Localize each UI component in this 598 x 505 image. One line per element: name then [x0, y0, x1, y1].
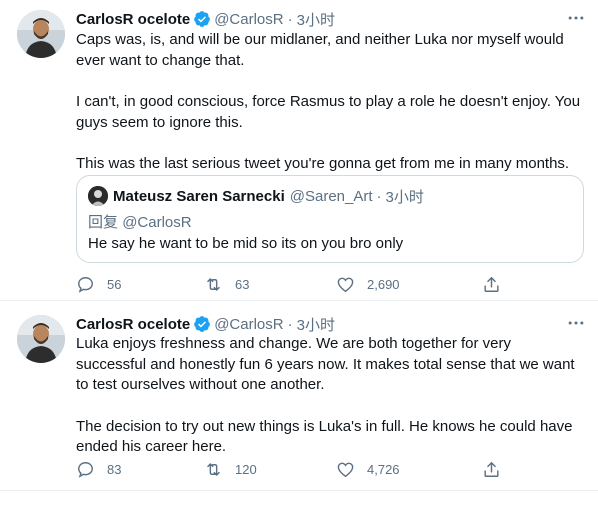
retweet-icon	[207, 277, 220, 291]
reply-button[interactable]: 83	[76, 459, 121, 479]
tweet-header: CarlosR ocelote @CarlosR · 3小时	[76, 314, 335, 334]
tweet[interactable]: CarlosR ocelote @CarlosR · 3小时 Luka enjo…	[0, 301, 598, 490]
action-bar: 83 120 4,726	[76, 459, 516, 479]
reply-icon	[78, 461, 93, 478]
separator-dot: ·	[376, 187, 382, 205]
author-handle[interactable]: @CarlosR	[214, 11, 283, 28]
like-button[interactable]: 2,690	[336, 274, 400, 294]
reply-prefix: 回复	[88, 214, 119, 231]
tweet-divider	[0, 490, 598, 491]
more-options-icon[interactable]	[566, 313, 586, 333]
retweet-count: 120	[235, 461, 257, 477]
heart-icon	[337, 462, 354, 477]
retweet-button[interactable]: 120	[204, 459, 257, 479]
tweet-header: CarlosR ocelote @CarlosR · 3小时	[76, 9, 335, 29]
quoted-timestamp: 3小时	[385, 188, 424, 206]
quoted-avatar[interactable]	[88, 186, 108, 206]
tweet-paragraph: Caps was, is, and will be our midlaner, …	[76, 31, 564, 69]
like-count: 2,690	[367, 276, 400, 292]
retweet-icon	[207, 462, 220, 476]
reply-icon	[78, 276, 93, 293]
separator-dot: ·	[287, 10, 293, 28]
quoted-header: Mateusz Saren Sarnecki @Saren_Art · 3小时	[113, 186, 424, 206]
reply-count: 56	[107, 276, 122, 292]
share-button[interactable]	[482, 274, 501, 294]
author-name[interactable]: CarlosR ocelote	[76, 316, 190, 333]
separator-dot: ·	[287, 315, 293, 333]
share-icon	[484, 461, 499, 477]
author-name[interactable]: CarlosR ocelote	[76, 11, 190, 28]
timestamp[interactable]: 3小时	[297, 314, 335, 335]
tweet-paragraph: I can't, in good conscious, force Rasmus…	[76, 93, 581, 131]
tweet-text: Luka enjoys freshness and change. We are…	[76, 334, 584, 458]
verified-badge-icon	[194, 316, 211, 332]
tweet-text: Caps was, is, and will be our midlaner, …	[76, 30, 584, 175]
timestamp[interactable]: 3小时	[297, 9, 335, 30]
share-button[interactable]	[482, 459, 501, 479]
like-button[interactable]: 4,726	[336, 459, 400, 479]
quoted-text: He say he want to be mid so its on you b…	[88, 235, 404, 252]
reply-button[interactable]: 56	[76, 274, 121, 294]
avatar[interactable]	[17, 315, 65, 363]
tweet[interactable]: CarlosR ocelote @CarlosR · 3小时 Caps was,…	[0, 0, 598, 300]
retweet-button[interactable]: 63	[204, 274, 249, 294]
reply-mention: @CarlosR	[122, 214, 192, 231]
tweet-paragraph: Luka enjoys freshness and change. We are…	[76, 335, 575, 393]
heart-icon	[337, 277, 354, 292]
tweet-paragraph: The decision to try out new things is Lu…	[76, 417, 573, 456]
more-options-icon[interactable]	[566, 8, 586, 28]
action-bar: 56 63 2,690	[76, 274, 516, 294]
retweet-count: 63	[235, 276, 250, 292]
quoted-author-name[interactable]: Mateusz Saren Sarnecki	[113, 188, 285, 205]
avatar[interactable]	[17, 10, 65, 58]
like-count: 4,726	[367, 461, 400, 477]
tweet-paragraph: This was the last serious tweet you're g…	[76, 155, 570, 172]
share-icon	[484, 276, 499, 292]
verified-badge-icon	[194, 11, 211, 27]
quoted-replying-to: 回复 @CarlosR	[88, 211, 192, 232]
author-handle[interactable]: @CarlosR	[214, 316, 283, 333]
quoted-tweet[interactable]: Mateusz Saren Sarnecki @Saren_Art · 3小时 …	[76, 175, 584, 263]
quoted-author-handle[interactable]: @Saren_Art	[290, 188, 373, 205]
reply-count: 83	[107, 461, 122, 477]
